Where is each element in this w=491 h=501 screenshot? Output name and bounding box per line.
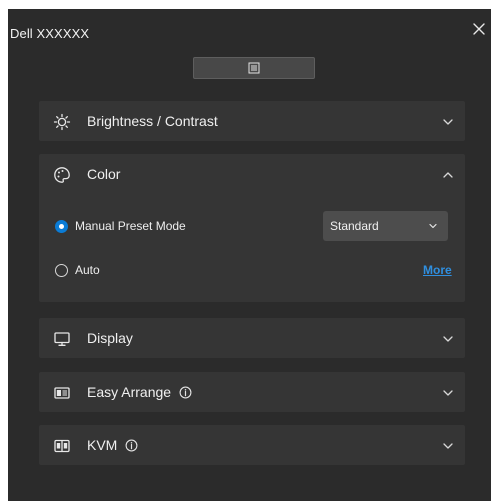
close-icon (473, 23, 485, 35)
brightness-contrast-header[interactable]: Brightness / Contrast (39, 101, 465, 141)
easy-arrange-label: Easy Arrange (87, 384, 192, 400)
section-brightness-contrast: Brightness / Contrast (39, 101, 465, 141)
layout-icon (52, 383, 72, 403)
preset-mode-dropdown[interactable]: Standard (323, 211, 448, 241)
manual-preset-mode-label: Manual Preset Mode (75, 219, 186, 233)
window-title: Dell XXXXXX (10, 26, 90, 41)
auto-label: Auto (75, 263, 100, 277)
radio-selected-icon[interactable] (55, 219, 68, 233)
chevron-down-icon (443, 119, 453, 125)
palette-icon (52, 165, 72, 185)
color-label: Color (87, 166, 120, 182)
brightness-contrast-text: Brightness / Contrast (87, 113, 218, 129)
radio-unselected-icon[interactable] (55, 263, 68, 277)
close-button[interactable] (471, 21, 487, 37)
chevron-down-icon (443, 336, 453, 342)
section-display: Display (39, 318, 465, 358)
kvm-text: KVM (87, 437, 118, 453)
more-link[interactable]: More (423, 263, 452, 277)
info-icon[interactable] (179, 386, 192, 399)
kvm-label: KVM (87, 437, 138, 453)
menu-button[interactable] (193, 57, 315, 79)
color-header[interactable]: Color (39, 154, 465, 194)
display-text: Display (87, 330, 133, 346)
kvm-header[interactable]: KVM (39, 425, 465, 465)
color-text: Color (87, 166, 121, 182)
sun-icon (52, 112, 72, 132)
section-color: Color Manual Preset Mode Standard Auto M… (39, 154, 465, 302)
chevron-down-icon (443, 390, 453, 396)
kvm-icon (52, 436, 72, 456)
chevron-up-icon (443, 172, 453, 178)
easy-arrange-text: Easy Arrange (87, 384, 172, 400)
brightness-contrast-label: Brightness / Contrast (87, 113, 218, 129)
app-window: Dell XXXXXX Brightness / Contrast Color … (8, 9, 491, 501)
menu-list-icon (248, 62, 260, 74)
info-icon[interactable] (125, 439, 138, 452)
chevron-down-icon (443, 443, 453, 449)
chevron-down-icon (429, 223, 437, 229)
monitor-icon (52, 329, 72, 349)
display-header[interactable]: Display (39, 318, 465, 358)
display-label: Display (87, 330, 133, 346)
easy-arrange-header[interactable]: Easy Arrange (39, 372, 465, 412)
section-easy-arrange: Easy Arrange (39, 372, 465, 412)
section-kvm: KVM (39, 425, 465, 465)
auto-option[interactable]: Auto (55, 263, 100, 277)
preset-mode-value: Standard (330, 219, 379, 233)
manual-preset-mode-option[interactable]: Manual Preset Mode (55, 219, 186, 233)
